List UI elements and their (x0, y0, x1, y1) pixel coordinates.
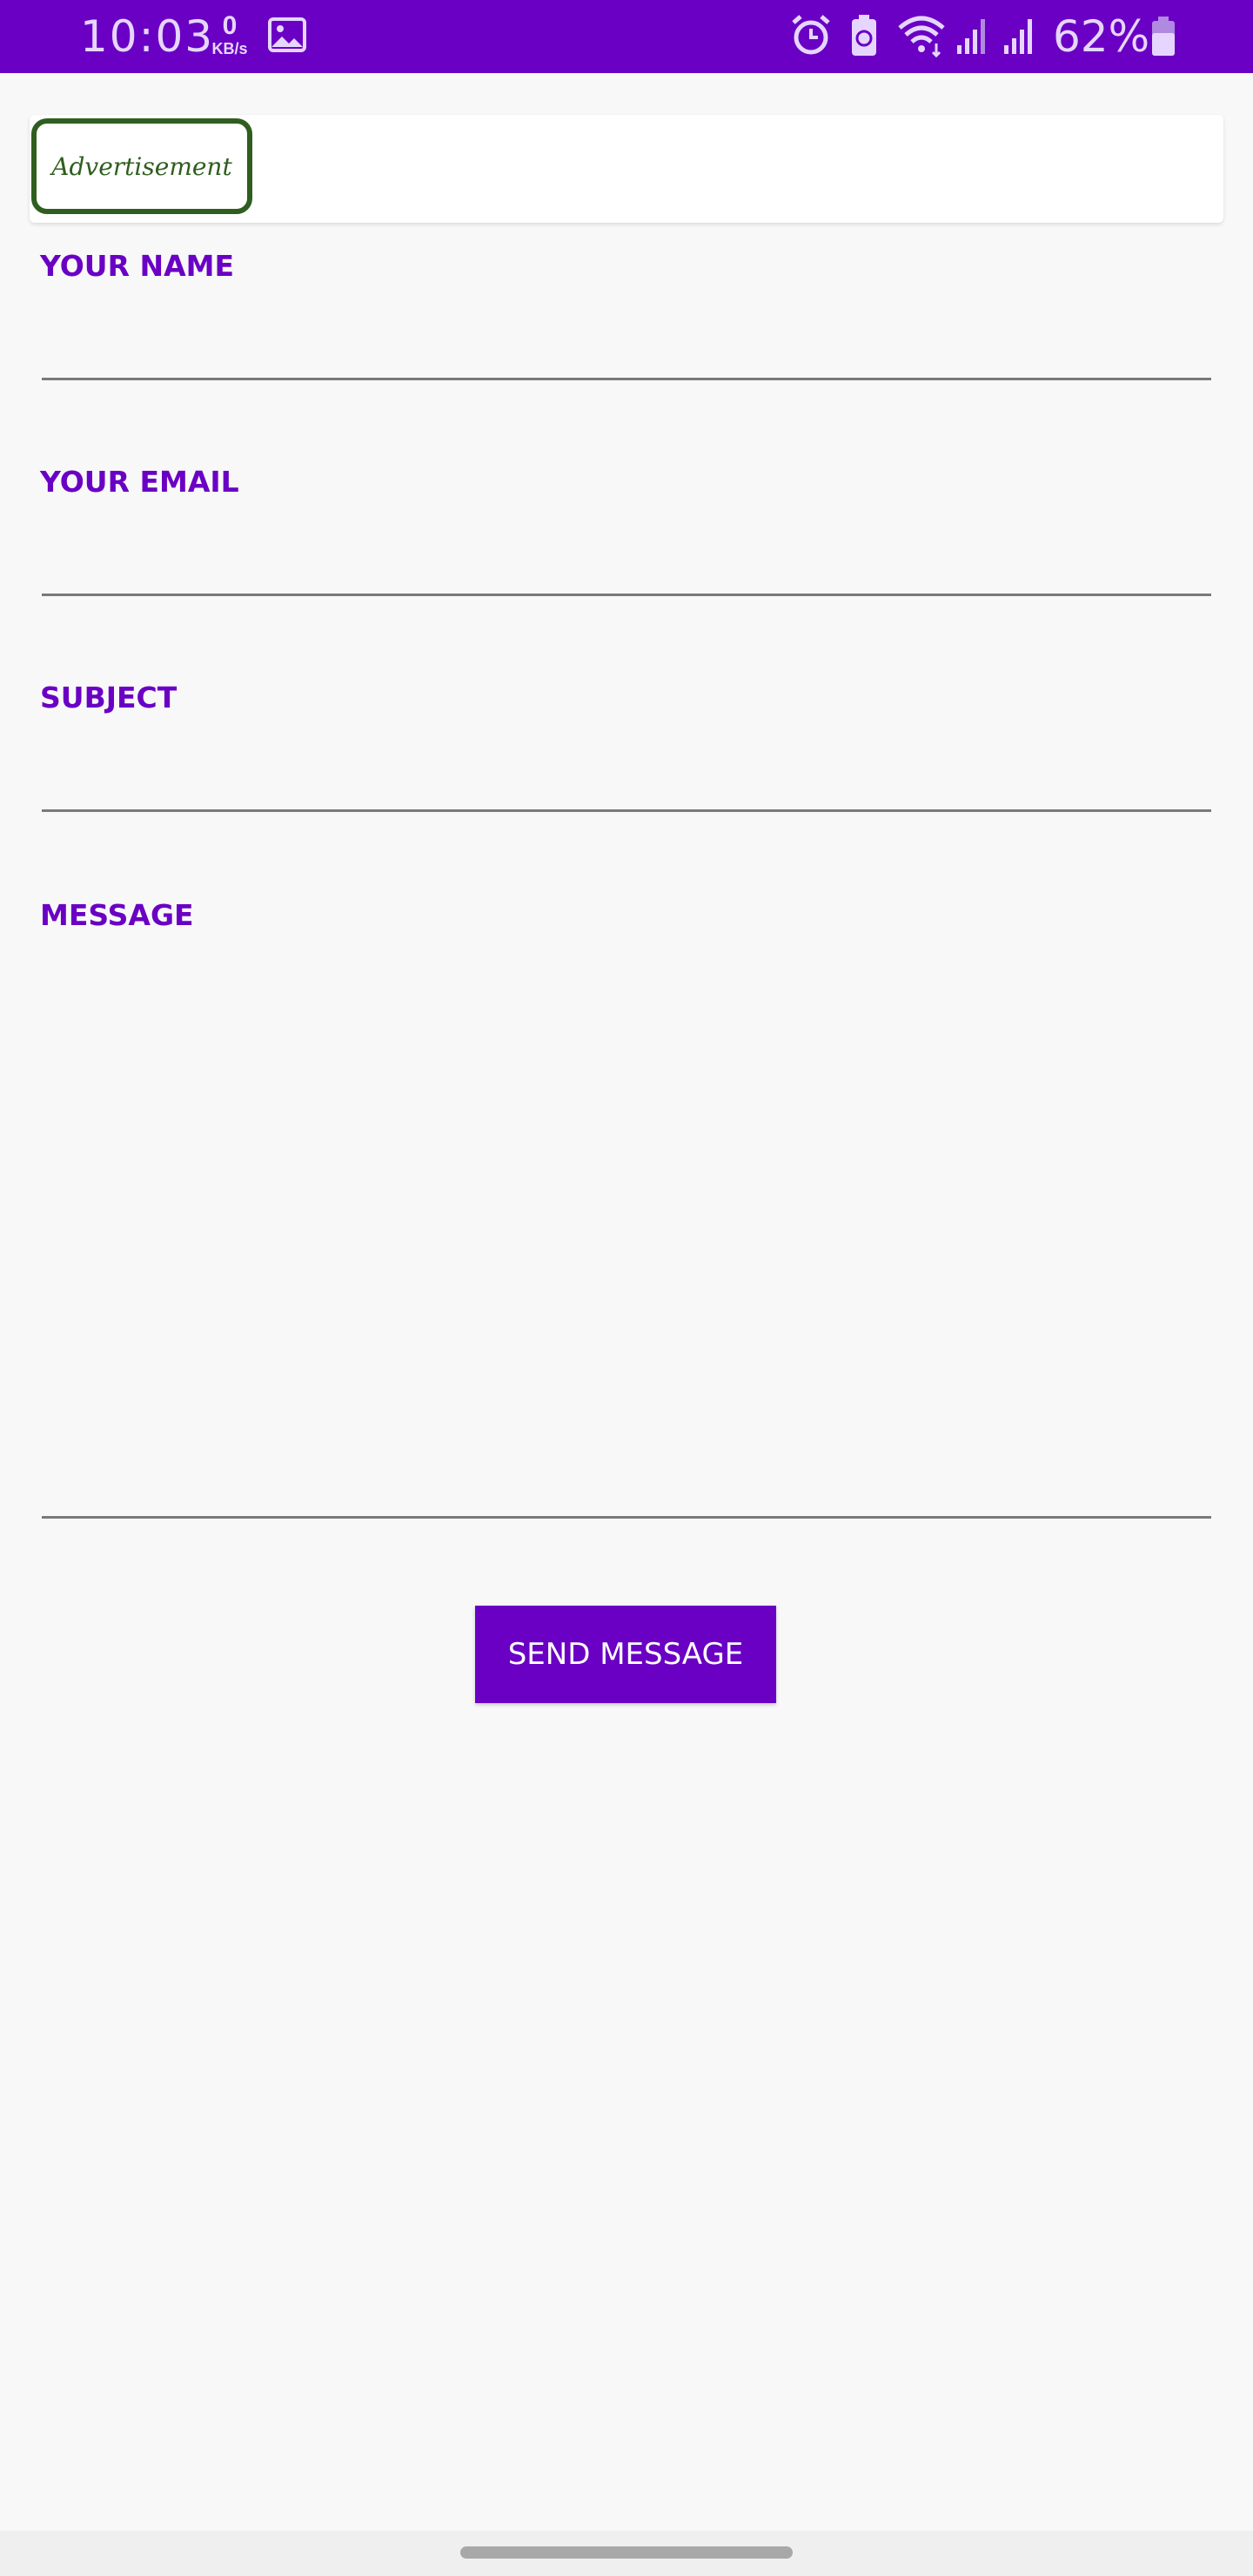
status-bar: 10:03 0 KB/s 62% (0, 0, 1253, 73)
name-label: YOUR NAME (40, 249, 235, 283)
message-field[interactable] (42, 971, 1211, 1519)
network-speed: 0 KB/s (205, 11, 254, 58)
image-icon (268, 17, 306, 52)
signal-icon (957, 19, 985, 54)
name-field[interactable] (42, 322, 1211, 380)
status-time: 10:03 (80, 11, 215, 62)
signal-icon-2 (1004, 19, 1032, 54)
email-field[interactable] (42, 538, 1211, 596)
advertisement-badge: Advertisement (31, 118, 252, 214)
battery-saver-icon (852, 15, 876, 56)
wifi-icon (898, 16, 945, 57)
send-message-button[interactable]: SEND MESSAGE (475, 1606, 776, 1703)
network-speed-value: 0 (222, 11, 238, 40)
subject-field[interactable] (42, 754, 1211, 812)
network-speed-unit: KB/s (211, 40, 248, 57)
email-label: YOUR EMAIL (40, 465, 239, 499)
battery-icon (1152, 17, 1175, 56)
message-label: MESSAGE (40, 898, 194, 932)
ad-banner[interactable]: Advertisement (30, 115, 1223, 223)
battery-percent: 62% (1053, 11, 1150, 62)
home-gesture-handle[interactable] (460, 2546, 793, 2559)
subject-label: SUBJECT (40, 681, 178, 714)
alarm-icon (792, 15, 830, 55)
